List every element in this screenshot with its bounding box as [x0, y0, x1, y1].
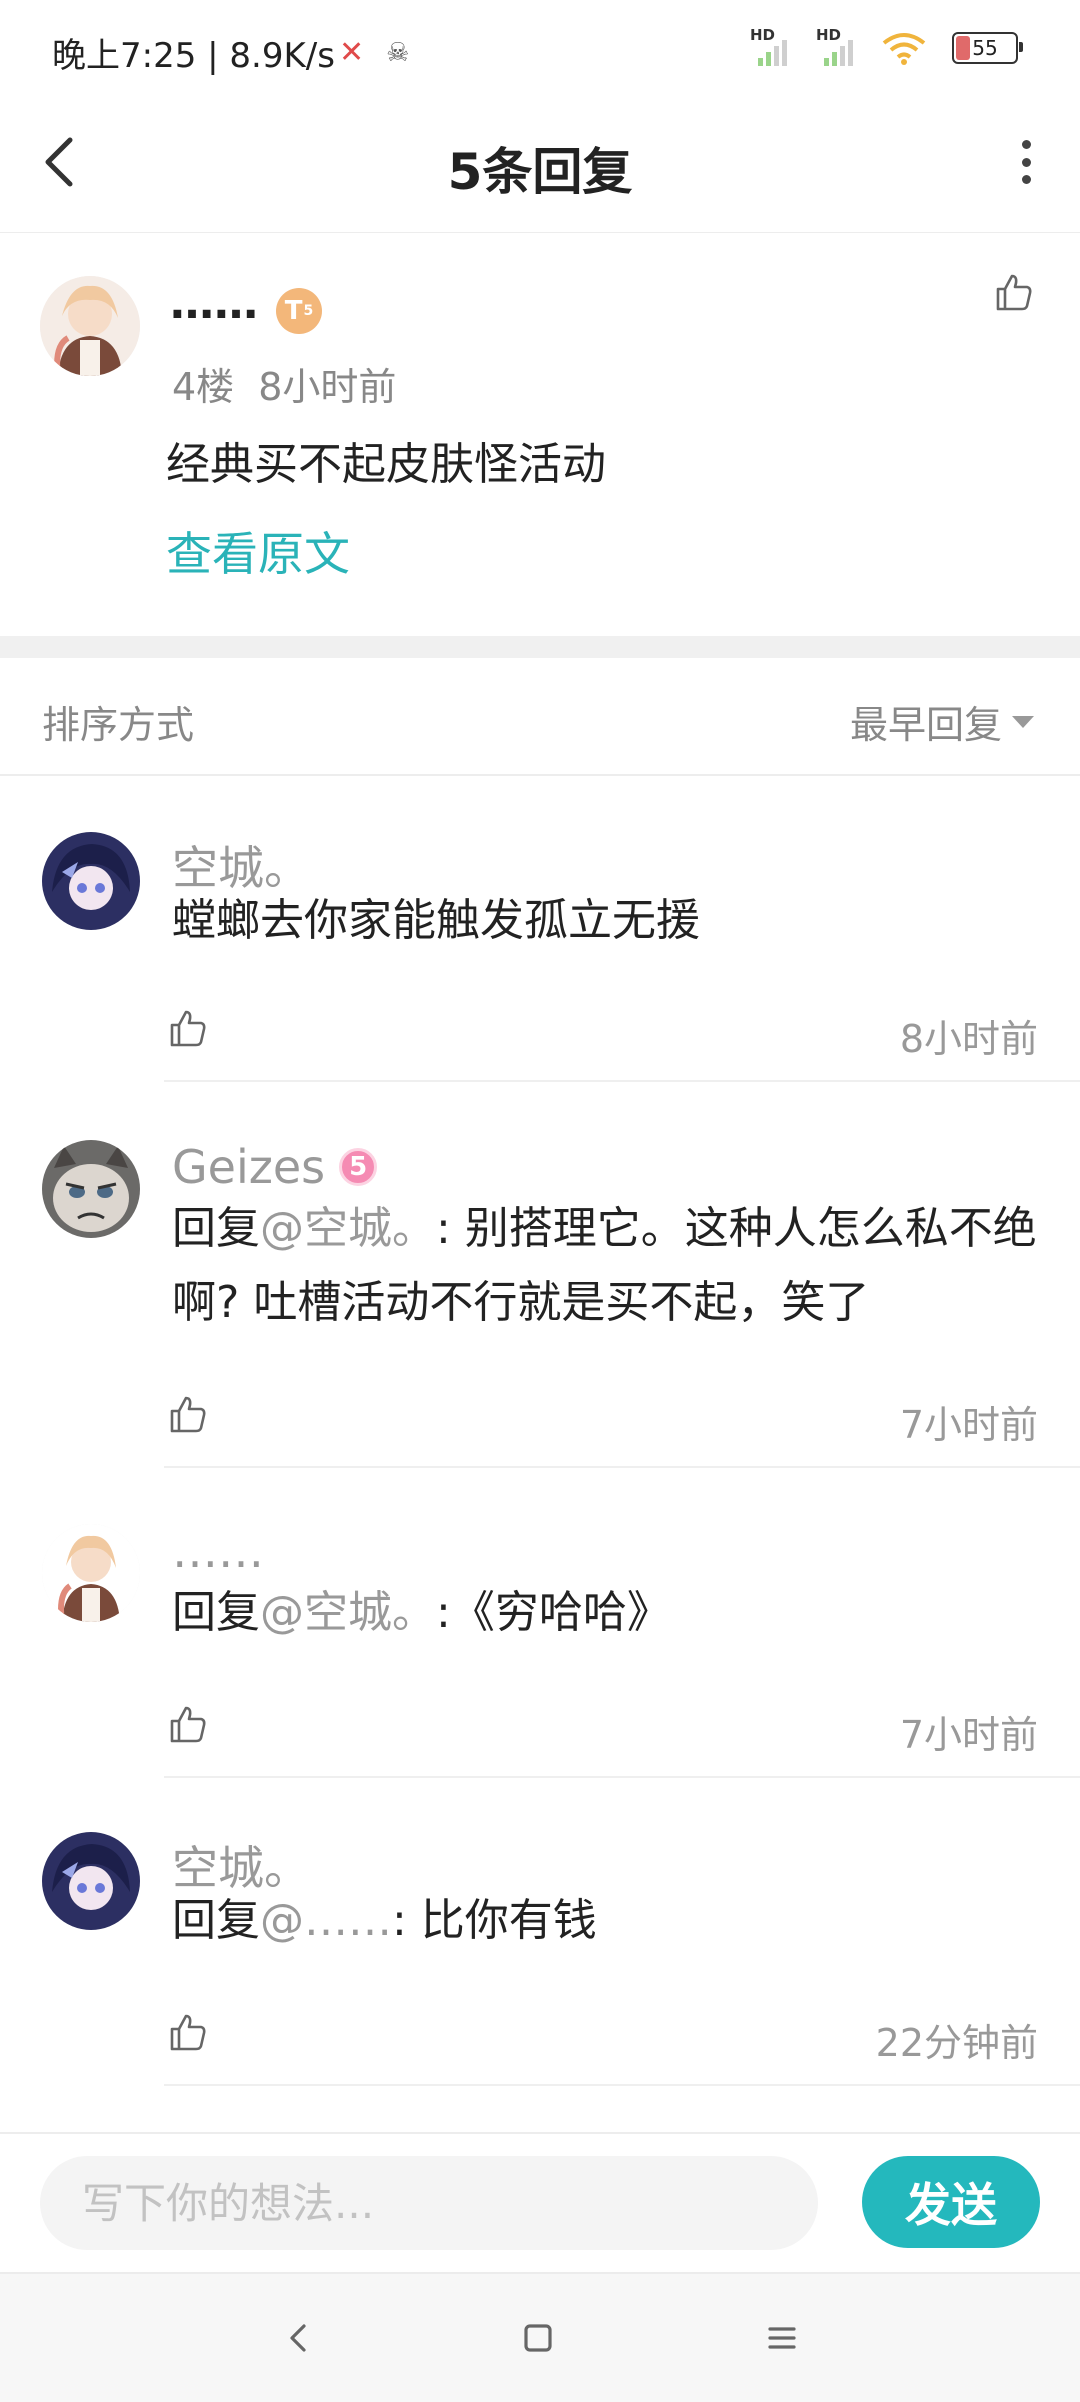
status-extra-icon: ☠: [386, 37, 410, 68]
divider: [164, 2084, 1080, 2086]
mute-icon: ✕: [338, 35, 365, 70]
reply-time: 7小时前: [899, 1403, 1038, 1447]
nav-back-icon[interactable]: [278, 2318, 318, 2358]
view-original-link[interactable]: 查看原文: [166, 518, 350, 584]
signal-icon: HD: [750, 26, 790, 66]
sort-dropdown[interactable]: 最早回复: [850, 694, 1034, 749]
reply-item: 空城。 回复@……: 比你有钱 22分钟前: [0, 1832, 1080, 2086]
comment-input[interactable]: [40, 2156, 818, 2250]
sort-value: 最早回复: [849, 703, 1002, 747]
reply-content: 螳螂去你家能触发孤立无援: [172, 895, 700, 946]
comment-composer: 发送: [0, 2132, 1080, 2272]
like-icon[interactable]: [168, 2012, 208, 2052]
reply-author[interactable]: ……: [172, 1524, 264, 1578]
reply-item: Geizes 5 回复@空城。: 别搭理它。这种人怎么私不绝啊? 吐槽活动不行就…: [0, 1140, 1080, 1470]
like-icon[interactable]: [168, 1704, 208, 1744]
post-content: 经典买不起皮肤怪活动: [166, 439, 606, 490]
avatar[interactable]: [42, 1832, 140, 1930]
mention-link[interactable]: @空城。: [260, 1203, 436, 1254]
user-level-badge: 5: [339, 1148, 378, 1186]
reply-content: 回复@空城。:《穷哈哈》: [172, 1587, 671, 1638]
user-level-badge: T5: [276, 288, 322, 334]
reply-content: 回复@空城。: 别搭理它。这种人怎么私不绝啊? 吐槽活动不行就是买不起，笑了: [172, 1203, 1037, 1328]
avatar[interactable]: [42, 1140, 140, 1238]
reply-item: 空城。 螳螂去你家能触发孤立无援 8小时前: [0, 832, 1080, 1082]
sort-row: 排序方式 最早回复: [0, 658, 1080, 776]
wifi-icon: [882, 33, 926, 65]
sort-label: 排序方式: [42, 703, 195, 747]
app-bar: 5条回复: [0, 104, 1080, 233]
like-icon[interactable]: [168, 1394, 208, 1434]
avatar[interactable]: [42, 832, 140, 930]
divider: [164, 1466, 1080, 1468]
nav-menu-icon[interactable]: [762, 2318, 802, 2358]
post-time: 8小时前: [258, 365, 397, 409]
status-bar: 晚上7:25 | 8.9K/s ✕ ☠ HD HD 55: [0, 0, 1080, 104]
divider: [164, 1080, 1080, 1082]
original-post: …… T5 4楼 8小时前 经典买不起皮肤怪活动 查看原文: [0, 232, 1080, 636]
status-left: 晚上7:25 | 8.9K/s ✕ ☠: [52, 28, 409, 77]
reply-time: 22分钟前: [875, 2021, 1038, 2065]
post-floor: 4楼: [172, 365, 235, 409]
status-time-speed: 晚上7:25 | 8.9K/s: [52, 36, 335, 76]
reply-author[interactable]: Geizes 5: [172, 1140, 378, 1194]
battery-level: 55: [972, 36, 998, 60]
reply-time: 7小时前: [899, 1713, 1038, 1757]
signal-icon-2: HD: [816, 26, 856, 66]
like-icon[interactable]: [168, 1008, 208, 1048]
reply-time: 8小时前: [899, 1017, 1038, 1061]
like-icon[interactable]: [994, 272, 1034, 312]
chevron-down-icon: [1012, 715, 1034, 728]
send-button[interactable]: 发送: [862, 2156, 1040, 2248]
reply-content: 回复@……: 比你有钱: [172, 1895, 597, 1946]
more-options-icon[interactable]: [1016, 140, 1036, 184]
post-meta: 4楼 8小时前: [172, 356, 396, 411]
post-author[interactable]: ……: [170, 278, 258, 329]
reply-item: …… 回复@空城。:《穷哈哈》 7小时前: [0, 1524, 1080, 1778]
page-title: 5条回复: [447, 143, 633, 201]
battery-icon: 55: [952, 32, 1023, 64]
section-divider: [0, 636, 1080, 658]
status-right: HD HD 55: [750, 26, 1023, 66]
divider: [164, 1776, 1080, 1778]
avatar[interactable]: [42, 1524, 140, 1622]
avatar[interactable]: [40, 276, 140, 376]
nav-home-icon[interactable]: [518, 2318, 558, 2358]
system-nav-bar: [0, 2272, 1080, 2402]
mention-link[interactable]: @空城。: [260, 1587, 436, 1638]
mention-link[interactable]: @……: [260, 1895, 392, 1946]
